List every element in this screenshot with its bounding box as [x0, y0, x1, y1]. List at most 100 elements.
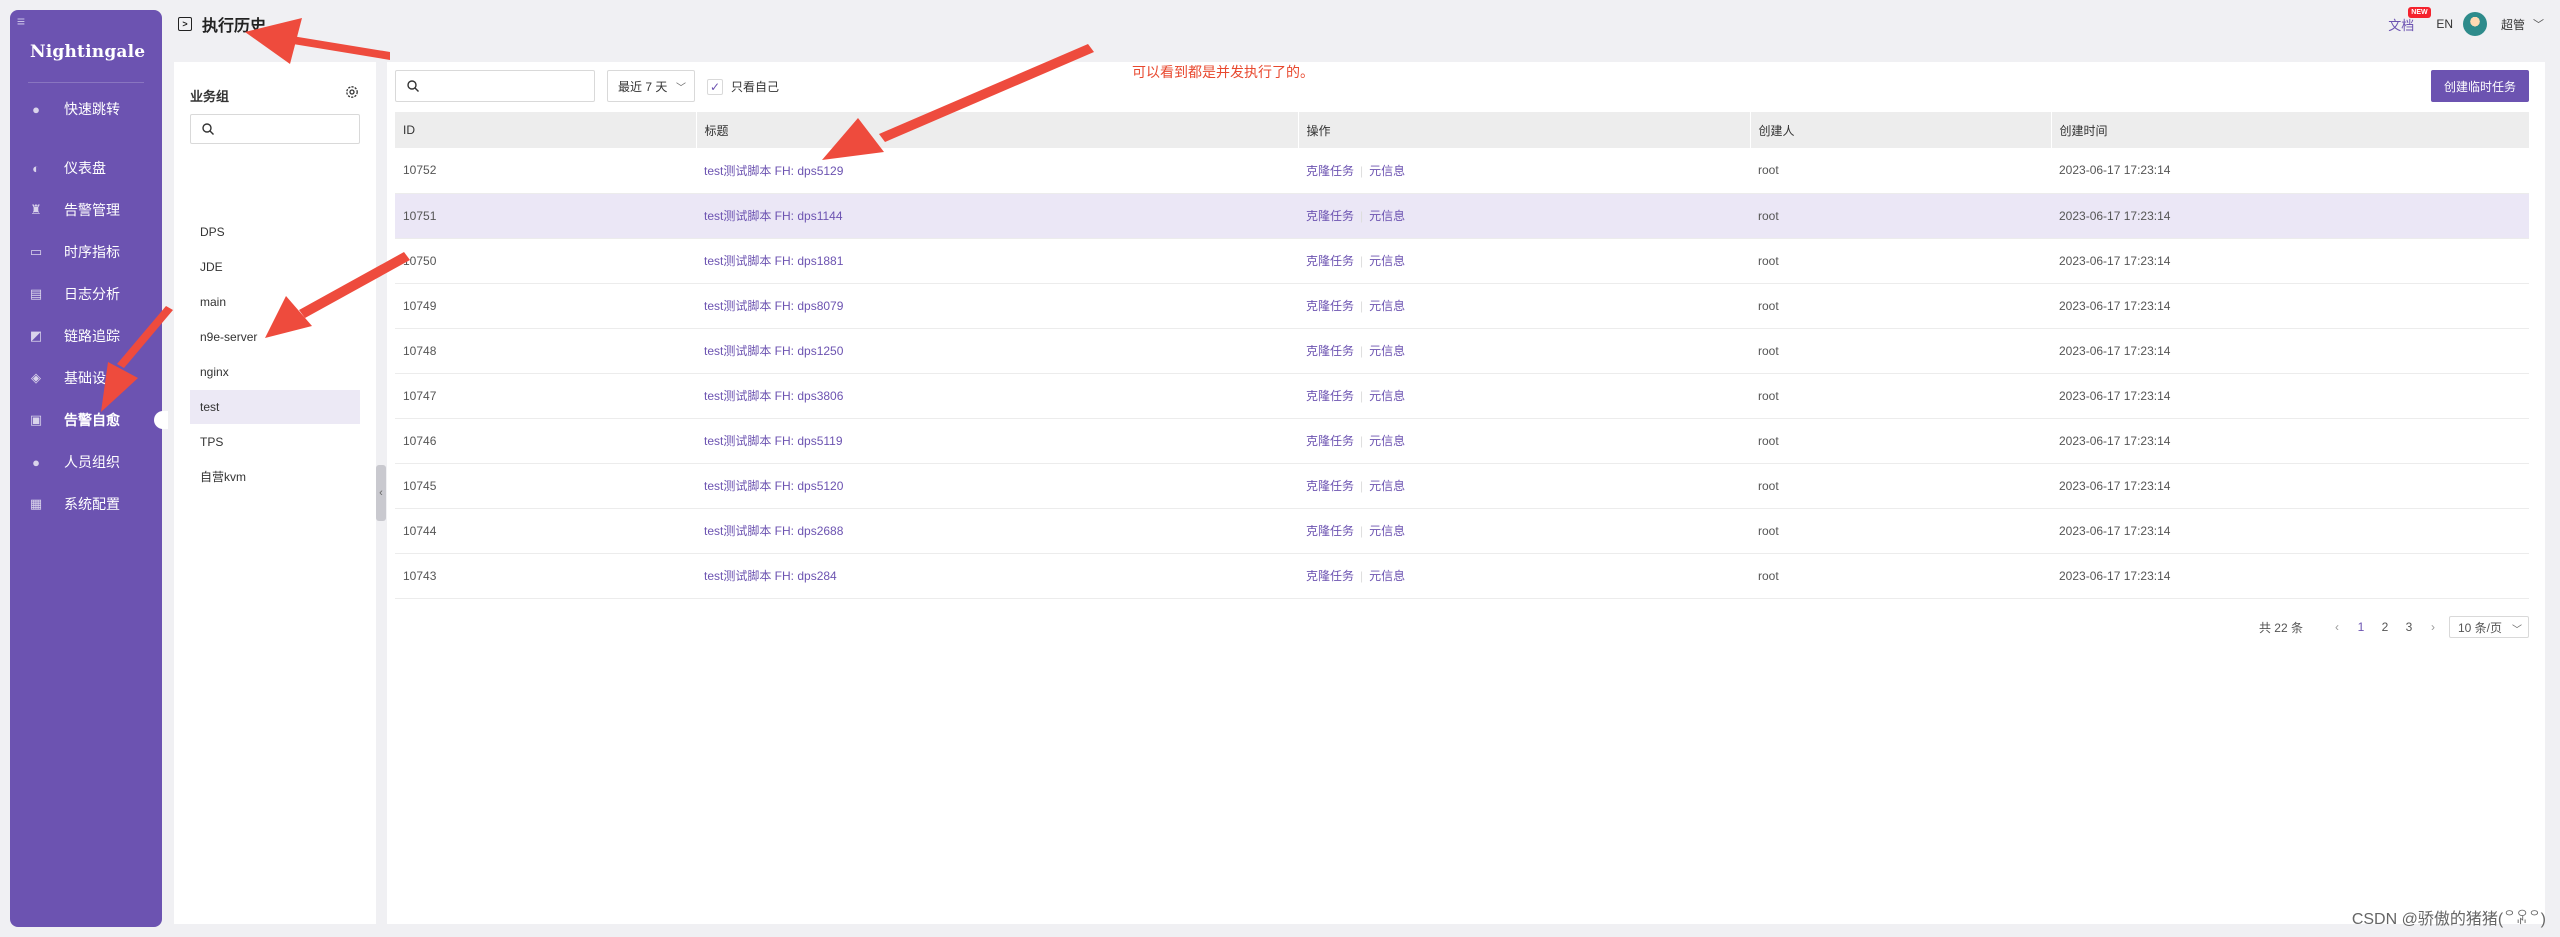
- group-item[interactable]: nginx: [190, 355, 360, 389]
- checkbox-icon[interactable]: ✓: [707, 78, 723, 95]
- clone-task-link[interactable]: 克隆任务: [1306, 569, 1354, 583]
- cell-id: 10744: [395, 508, 696, 554]
- column-header-id[interactable]: ID: [395, 112, 697, 148]
- clone-task-link[interactable]: 克隆任务: [1306, 524, 1354, 538]
- sidebar-item[interactable]: ● 人员组织: [10, 445, 162, 479]
- group-item[interactable]: test: [190, 390, 360, 424]
- meta-info-link[interactable]: 元信息: [1369, 524, 1405, 538]
- time-range-select[interactable]: 最近 7 天 ﹀: [607, 70, 695, 102]
- table-row[interactable]: 10749 test测试脚本 FH: dps8079 克隆任务 | 元信息 root 202…: [395, 283, 2529, 329]
- task-title-link[interactable]: test测试脚本 FH: dps3806: [704, 389, 843, 403]
- action-separator: |: [1360, 209, 1364, 223]
- task-title-link[interactable]: test测试脚本 FH: dps8079: [704, 299, 843, 313]
- meta-info-link[interactable]: 元信息: [1369, 389, 1405, 403]
- sidebar-item[interactable]: ▤ 日志分析: [10, 277, 162, 311]
- meta-info-link[interactable]: 元信息: [1369, 254, 1405, 268]
- meta-info-link[interactable]: 元信息: [1369, 164, 1405, 178]
- sidebar-item[interactable]: ♜ 告警管理: [10, 193, 162, 227]
- annotation-note: 可以看到都是并发执行了的。: [1132, 64, 1314, 80]
- sidebar-item-label: 仪表盘: [64, 160, 106, 176]
- group-search-input[interactable]: [190, 114, 360, 144]
- page-number[interactable]: 1: [2349, 620, 2373, 634]
- column-header-actions[interactable]: 操作: [1298, 112, 1751, 148]
- menu-toggle-icon[interactable]: ≡: [10, 10, 32, 32]
- task-title-link[interactable]: test测试脚本 FH: dps1881: [704, 254, 843, 268]
- username[interactable]: 超管: [2501, 16, 2525, 33]
- task-title-link[interactable]: test测试脚本 FH: dps5120: [704, 479, 843, 493]
- table-row[interactable]: 10752 test测试脚本 FH: dps5129 克隆任务 | 元信息 root 202…: [395, 148, 2529, 194]
- collapse-handle[interactable]: ‹: [376, 465, 386, 521]
- cell-id: 10745: [395, 463, 696, 509]
- clone-task-link[interactable]: 克隆任务: [1306, 479, 1354, 493]
- group-item[interactable]: DPS: [190, 215, 360, 249]
- table-row[interactable]: 10751 test测试脚本 FH: dps1144 克隆任务 | 元信息 root 202…: [395, 193, 2529, 239]
- table-row[interactable]: 10750 test测试脚本 FH: dps1881 克隆任务 | 元信息 root 202…: [395, 238, 2529, 284]
- sidebar-item[interactable]: ◩ 链路追踪: [10, 319, 162, 353]
- meta-info-link[interactable]: 元信息: [1369, 299, 1405, 313]
- group-item[interactable]: TPS: [190, 425, 360, 459]
- sidebar-item[interactable]: ▣ 告警自愈: [10, 403, 168, 437]
- task-title-link[interactable]: test测试脚本 FH: dps5119: [704, 434, 843, 448]
- meta-info-link[interactable]: 元信息: [1369, 569, 1405, 583]
- dashboard-icon: ◐: [32, 160, 40, 176]
- sidebar-item-label: 告警自愈: [64, 412, 120, 428]
- meta-info-link[interactable]: 元信息: [1369, 344, 1405, 358]
- group-item[interactable]: 自营kvm: [190, 460, 360, 494]
- task-title-link[interactable]: test测试脚本 FH: dps2688: [704, 524, 843, 538]
- sidebar-item[interactable]: ◈ 基础设施: [10, 361, 162, 395]
- sidebar-item[interactable]: ▦ 系统配置: [10, 487, 162, 521]
- chevron-down-icon[interactable]: ﹀: [2533, 16, 2544, 32]
- page-size-select[interactable]: 10 条/页 ﹀: [2449, 616, 2529, 638]
- clone-task-link[interactable]: 克隆任务: [1306, 299, 1354, 313]
- next-page-icon[interactable]: ›: [2421, 620, 2445, 634]
- language-switch[interactable]: EN: [2436, 17, 2453, 31]
- create-temp-task-button[interactable]: 创建临时任务: [2431, 70, 2529, 102]
- table-row[interactable]: 10745 test测试脚本 FH: dps5120 克隆任务 | 元信息 root 202…: [395, 463, 2529, 509]
- column-header-creator[interactable]: 创建人: [1750, 112, 2052, 148]
- logo[interactable]: Nightingale: [30, 34, 150, 70]
- column-header-title[interactable]: 标题: [696, 112, 1299, 148]
- task-title-link[interactable]: test测试脚本 FH: dps1250: [704, 344, 843, 358]
- task-title-link[interactable]: test测试脚本 FH: dps1144: [704, 209, 843, 223]
- page-number[interactable]: 2: [2373, 620, 2397, 634]
- action-separator: |: [1360, 389, 1364, 403]
- table-row[interactable]: 10748 test测试脚本 FH: dps1250 克隆任务 | 元信息 root 202…: [395, 328, 2529, 374]
- clone-task-link[interactable]: 克隆任务: [1306, 344, 1354, 358]
- table-row[interactable]: 10743 test测试脚本 FH: dps284 克隆任务 | 元信息 root 2023…: [395, 553, 2529, 599]
- docs-link[interactable]: 文档 NEW: [2388, 6, 2431, 34]
- task-title-link[interactable]: test测试脚本 FH: dps5129: [704, 164, 843, 178]
- page-number[interactable]: 3: [2397, 620, 2421, 634]
- sidebar-item[interactable]: ◐ 仪表盘: [10, 151, 162, 185]
- chevron-down-icon: ﹀: [2512, 625, 2522, 636]
- task-title-link[interactable]: test测试脚本 FH: dps284: [704, 569, 837, 583]
- meta-info-link[interactable]: 元信息: [1369, 479, 1405, 493]
- clone-task-link[interactable]: 克隆任务: [1306, 434, 1354, 448]
- business-group-title: 业务组: [190, 89, 230, 104]
- only-mine-checkbox[interactable]: ✓ 只看自己: [707, 78, 779, 95]
- clone-task-link[interactable]: 克隆任务: [1306, 209, 1354, 223]
- action-separator: |: [1360, 163, 1364, 178]
- group-item[interactable]: n9e-server: [190, 320, 360, 354]
- clone-task-link[interactable]: 克隆任务: [1306, 254, 1354, 268]
- task-search-input[interactable]: [395, 70, 595, 102]
- clone-task-link[interactable]: 克隆任务: [1306, 389, 1354, 403]
- clone-task-link[interactable]: 克隆任务: [1306, 164, 1354, 178]
- table-row[interactable]: 10746 test测试脚本 FH: dps5119 克隆任务 | 元信息 root 202…: [395, 418, 2529, 464]
- prev-page-icon[interactable]: ‹: [2325, 620, 2349, 634]
- column-header-created[interactable]: 创建时间: [2051, 112, 2530, 148]
- group-item[interactable]: main: [190, 285, 360, 319]
- gear-icon[interactable]: [344, 84, 360, 100]
- table-header-row: ID 标题 操作 创建人 创建时间: [395, 112, 2530, 148]
- avatar[interactable]: [2462, 12, 2487, 36]
- table-row[interactable]: 10747 test测试脚本 FH: dps3806 克隆任务 | 元信息 root 202…: [395, 373, 2529, 419]
- group-item[interactable]: JDE: [190, 250, 360, 284]
- table-row[interactable]: 10744 test测试脚本 FH: dps2688 克隆任务 | 元信息 root 202…: [395, 508, 2529, 554]
- meta-info-link[interactable]: 元信息: [1369, 209, 1405, 223]
- sidebar-item[interactable]: ▭ 时序指标: [10, 235, 162, 269]
- document-icon: ▤: [29, 286, 43, 301]
- sidebar-item[interactable]: ● 快速跳转: [10, 92, 162, 126]
- alarm-icon: ♜: [30, 202, 42, 217]
- meta-info-link[interactable]: 元信息: [1369, 434, 1405, 448]
- cell-creator: root: [1750, 508, 2051, 554]
- header: > 执行历史 文档 NEW EN 超管 ﹀: [162, 0, 2560, 52]
